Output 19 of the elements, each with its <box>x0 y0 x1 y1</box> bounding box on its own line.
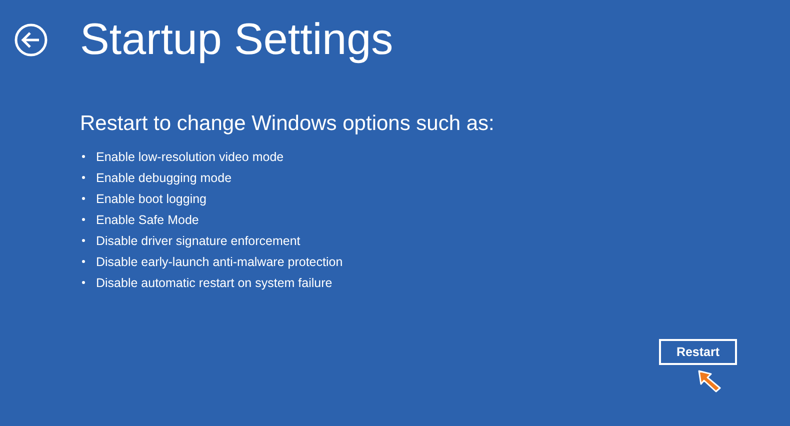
option-text: Enable Safe Mode <box>96 212 199 226</box>
option-text: Disable automatic restart on system failure <box>96 276 332 290</box>
option-text: Disable driver signature enforcement <box>96 234 300 248</box>
bullet-icon <box>82 176 85 179</box>
bullet-icon <box>82 281 85 284</box>
option-text: Enable low-resolution video mode <box>96 150 284 164</box>
bullet-icon <box>82 260 85 263</box>
bullet-icon <box>82 218 85 221</box>
bullet-icon <box>82 239 85 242</box>
restart-button[interactable]: Restart <box>659 339 737 365</box>
option-text: Disable early-launch anti-malware protection <box>96 254 343 268</box>
page-title: Startup Settings <box>80 14 394 66</box>
subtitle: Restart to change Windows options such as: <box>80 112 496 136</box>
bullet-icon <box>82 197 85 200</box>
cursor-arrow-icon <box>697 369 723 393</box>
option-text: Enable debugging mode <box>96 170 232 184</box>
back-icon[interactable] <box>14 23 48 57</box>
option-text: Enable boot logging <box>96 192 207 206</box>
bullet-icon <box>82 155 85 158</box>
